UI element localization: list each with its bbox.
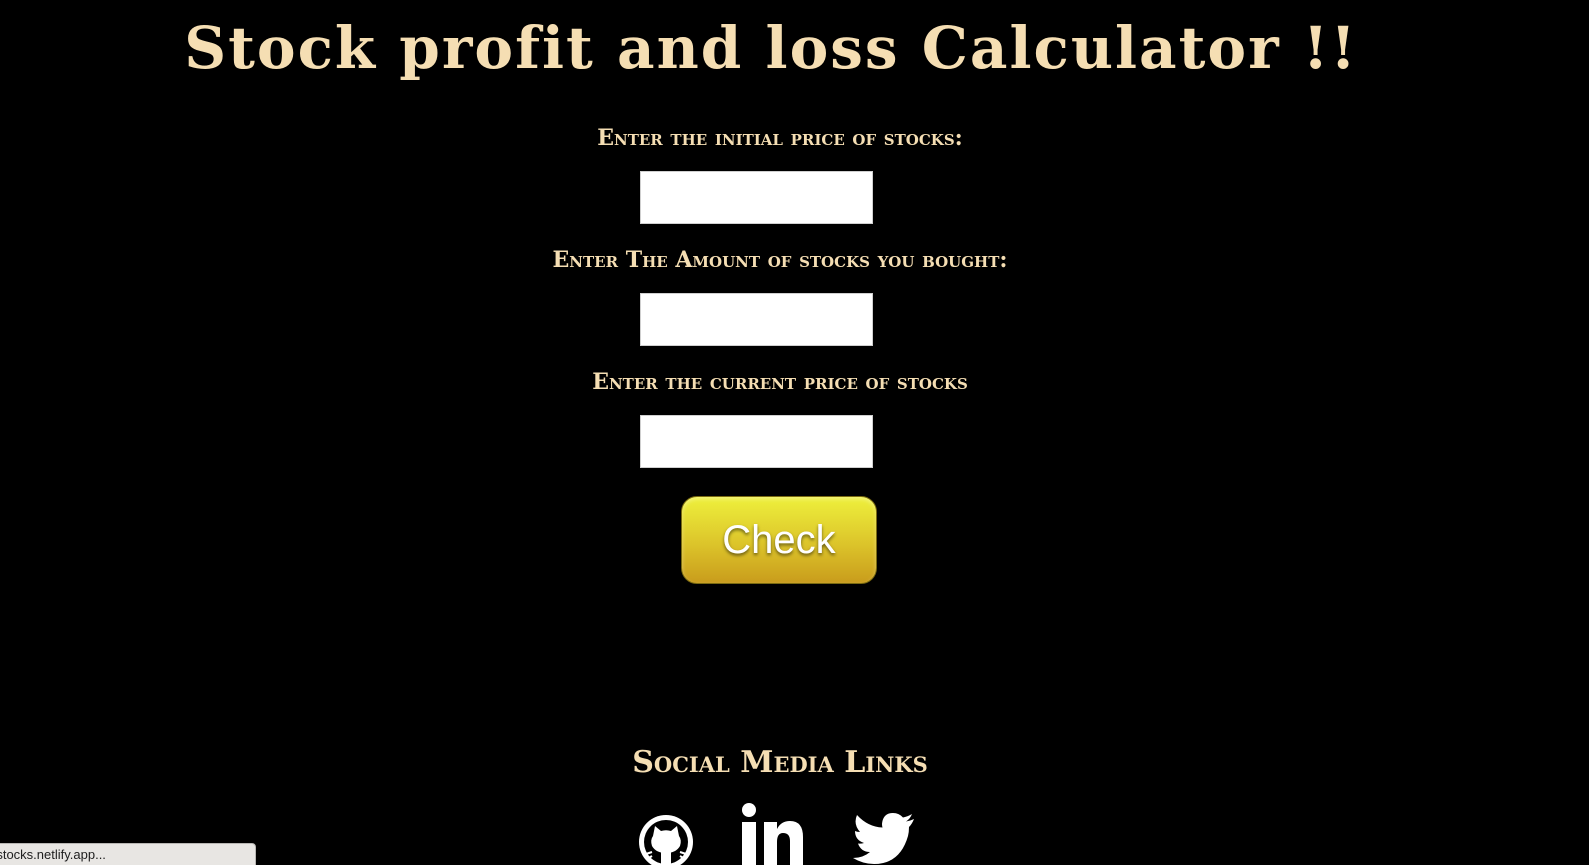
check-button[interactable]: Check (681, 496, 877, 584)
current-price-field-wrap (0, 402, 1560, 484)
quantity-label: Enter The Amount of stocks you bought: (552, 247, 1008, 273)
initial-price-label: Enter the initial price of stocks: (597, 125, 963, 151)
current-price-label: Enter the current price of stocks (592, 369, 968, 395)
quantity-input[interactable] (639, 292, 873, 346)
calculator-form: Enter the initial price of stocks: Enter… (0, 118, 1560, 484)
initial-price-input[interactable] (639, 170, 873, 224)
github-link[interactable] (636, 812, 696, 865)
status-bar-url: -stocks.netlify.app... (0, 843, 256, 865)
linkedin-link[interactable] (740, 802, 804, 865)
twitter-icon (853, 813, 914, 864)
page-title: Stock profit and loss Calculator !! (184, 14, 1358, 82)
social-icons (636, 803, 936, 865)
twitter-link[interactable] (852, 812, 916, 865)
initial-price-field-wrap (0, 158, 1560, 240)
current-price-input[interactable] (639, 414, 873, 468)
quantity-field-wrap (0, 280, 1560, 362)
github-icon (639, 815, 693, 865)
linkedin-icon (742, 803, 803, 865)
social-media-heading: Social Media Links (632, 745, 928, 780)
